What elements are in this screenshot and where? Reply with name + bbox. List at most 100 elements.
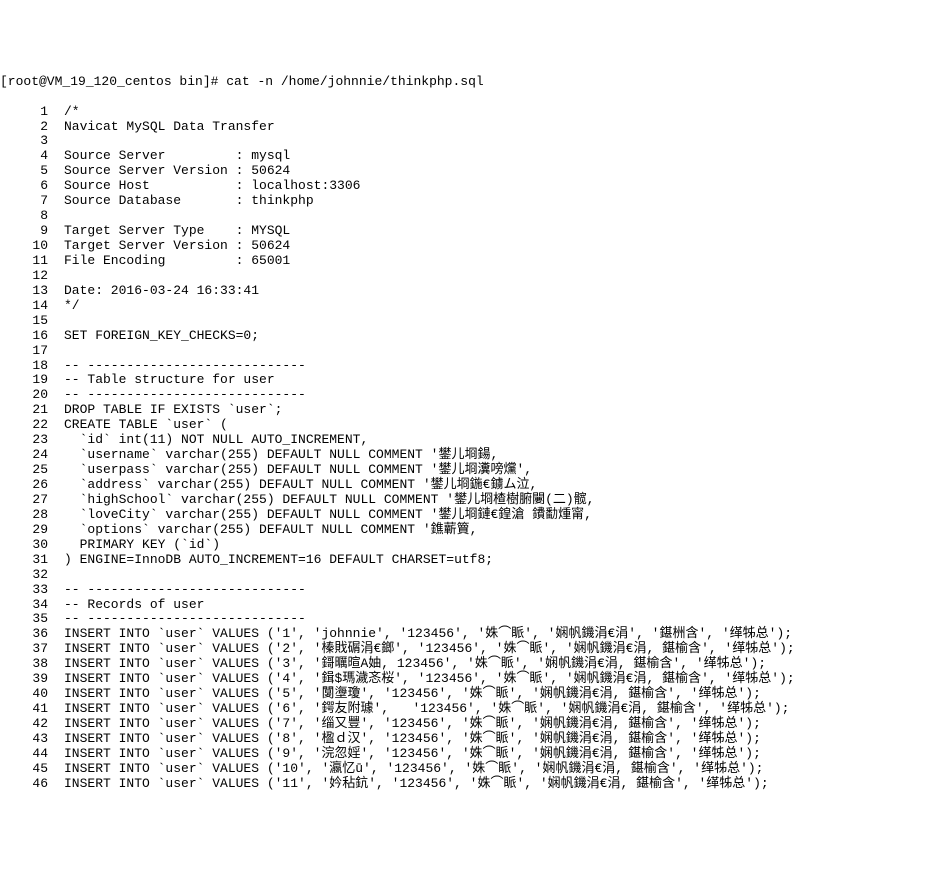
line-text: DROP TABLE IF EXISTS `user`;	[64, 402, 282, 417]
line-number: 1	[0, 105, 64, 120]
line-text: File Encoding : 65001	[64, 253, 290, 268]
file-line: 21DROP TABLE IF EXISTS `user`;	[0, 403, 929, 418]
line-number: 35	[0, 612, 64, 627]
file-line: 20-- ----------------------------	[0, 388, 929, 403]
line-number: 30	[0, 538, 64, 553]
file-line: 38INSERT INTO `user` VALUES ('3', '鎶曞暄A妯…	[0, 657, 929, 672]
line-text: INSERT INTO `user` VALUES ('9', '浣忽婬', '…	[64, 746, 761, 761]
line-number: 26	[0, 478, 64, 493]
line-number: 28	[0, 508, 64, 523]
line-text: `highSchool` varchar(255) DEFAULT NULL C…	[64, 492, 594, 507]
line-number: 40	[0, 687, 64, 702]
prompt-line: [root@VM_19_120_centos bin]# cat -n /hom…	[0, 75, 929, 90]
line-number: 2	[0, 120, 64, 135]
file-line: 26 `address` varchar(255) DEFAULT NULL C…	[0, 478, 929, 493]
file-line: 5Source Server Version : 50624	[0, 164, 929, 179]
file-line: 45INSERT INTO `user` VALUES ('10', '瀛忆ū'…	[0, 762, 929, 777]
line-number: 10	[0, 239, 64, 254]
file-line: 17	[0, 344, 929, 359]
line-text: `loveCity` varchar(255) DEFAULT NULL COM…	[64, 507, 592, 522]
file-line: 19-- Table structure for user	[0, 373, 929, 388]
line-text: SET FOREIGN_KEY_CHECKS=0;	[64, 328, 259, 343]
line-number: 37	[0, 642, 64, 657]
file-line: 22CREATE TABLE `user` (	[0, 418, 929, 433]
line-text: Date: 2016-03-24 16:33:41	[64, 283, 259, 298]
file-line: 9Target Server Type : MYSQL	[0, 224, 929, 239]
line-number: 33	[0, 583, 64, 598]
line-number: 38	[0, 657, 64, 672]
file-line: 43INSERT INTO `user` VALUES ('8', '楹ｄ汉',…	[0, 732, 929, 747]
line-number: 21	[0, 403, 64, 418]
line-number: 44	[0, 747, 64, 762]
line-text: Target Server Version : 50624	[64, 238, 290, 253]
line-text: INSERT INTO `user` VALUES ('4', '鍓$瑪濊忞桜'…	[64, 671, 795, 686]
file-line: 46INSERT INTO `user` VALUES ('11', '妗秥鈧'…	[0, 777, 929, 792]
line-text: -- Records of user	[64, 597, 204, 612]
line-number: 11	[0, 254, 64, 269]
line-text: INSERT INTO `user` VALUES ('2', '榛戝碿涓€鎯'…	[64, 641, 795, 656]
line-number: 36	[0, 627, 64, 642]
line-text: -- ----------------------------	[64, 387, 306, 402]
terminal-output: [root@VM_19_120_centos bin]# cat -n /hom…	[0, 60, 929, 807]
file-line: 27 `highSchool` varchar(255) DEFAULT NUL…	[0, 493, 929, 508]
line-number: 14	[0, 299, 64, 314]
line-text: `username` varchar(255) DEFAULT NULL COM…	[64, 447, 498, 462]
file-line: 41INSERT INTO `user` VALUES ('6', '鍔友附璩'…	[0, 702, 929, 717]
line-number: 41	[0, 702, 64, 717]
line-number: 7	[0, 194, 64, 209]
line-text: Source Server Version : 50624	[64, 163, 290, 178]
file-line: 12	[0, 269, 929, 284]
file-line: 37INSERT INTO `user` VALUES ('2', '榛戝碿涓€…	[0, 642, 929, 657]
file-line: 16SET FOREIGN_KEY_CHECKS=0;	[0, 329, 929, 344]
file-line: 13Date: 2016-03-24 16:33:41	[0, 284, 929, 299]
file-line: 14*/	[0, 299, 929, 314]
line-text: PRIMARY KEY (`id`)	[64, 537, 220, 552]
file-line: 30 PRIMARY KEY (`id`)	[0, 538, 929, 553]
line-number: 13	[0, 284, 64, 299]
line-number: 46	[0, 777, 64, 792]
line-text: Navicat MySQL Data Transfer	[64, 119, 275, 134]
line-text: Target Server Type : MYSQL	[64, 223, 290, 238]
file-line: 11File Encoding : 65001	[0, 254, 929, 269]
line-number: 15	[0, 314, 64, 329]
line-number: 20	[0, 388, 64, 403]
file-line: 29 `options` varchar(255) DEFAULT NULL C…	[0, 523, 929, 538]
file-line: 18-- ----------------------------	[0, 359, 929, 374]
file-line: 2Navicat MySQL Data Transfer	[0, 120, 929, 135]
line-text: /*	[64, 104, 80, 119]
file-line: 35-- ----------------------------	[0, 612, 929, 627]
line-number: 16	[0, 329, 64, 344]
file-line: 6Source Host : localhost:3306	[0, 179, 929, 194]
file-line: 10Target Server Version : 50624	[0, 239, 929, 254]
file-line: 32	[0, 568, 929, 583]
line-number: 43	[0, 732, 64, 747]
line-number: 29	[0, 523, 64, 538]
file-line: 33-- ----------------------------	[0, 583, 929, 598]
line-text: INSERT INTO `user` VALUES ('8', '楹ｄ汉', '…	[64, 731, 761, 746]
file-line: 28 `loveCity` varchar(255) DEFAULT NULL …	[0, 508, 929, 523]
line-number: 42	[0, 717, 64, 732]
line-text: ) ENGINE=InnoDB AUTO_INCREMENT=16 DEFAUL…	[64, 552, 493, 567]
line-text: Source Database : thinkphp	[64, 193, 314, 208]
line-number: 45	[0, 762, 64, 777]
line-number: 32	[0, 568, 64, 583]
line-text: `userpass` varchar(255) DEFAULT NULL COM…	[64, 462, 532, 477]
file-line: 39INSERT INTO `user` VALUES ('4', '鍓$瑪濊忞…	[0, 672, 929, 687]
line-text: `address` varchar(255) DEFAULT NULL COMM…	[64, 477, 537, 492]
file-line: 31) ENGINE=InnoDB AUTO_INCREMENT=16 DEFA…	[0, 553, 929, 568]
line-number: 31	[0, 553, 64, 568]
file-line: 44INSERT INTO `user` VALUES ('9', '浣忽婬',…	[0, 747, 929, 762]
file-content: 1/*2Navicat MySQL Data Transfer34Source …	[0, 105, 929, 792]
line-number: 17	[0, 344, 64, 359]
line-text: INSERT INTO `user` VALUES ('7', '缁又豐', '…	[64, 716, 761, 731]
file-line: 4Source Server : mysql	[0, 149, 929, 164]
line-number: 9	[0, 224, 64, 239]
shell-prompt: [root@VM_19_120_centos bin]# cat -n /hom…	[0, 74, 484, 89]
file-line: 34-- Records of user	[0, 598, 929, 613]
line-number: 27	[0, 493, 64, 508]
line-text: `id` int(11) NOT NULL AUTO_INCREMENT,	[64, 432, 368, 447]
line-text: INSERT INTO `user` VALUES ('6', '鍔友附璩', …	[64, 701, 789, 716]
line-text: INSERT INTO `user` VALUES ('5', '闅塰瓊', '…	[64, 686, 761, 701]
file-line: 23 `id` int(11) NOT NULL AUTO_INCREMENT,	[0, 433, 929, 448]
line-number: 6	[0, 179, 64, 194]
